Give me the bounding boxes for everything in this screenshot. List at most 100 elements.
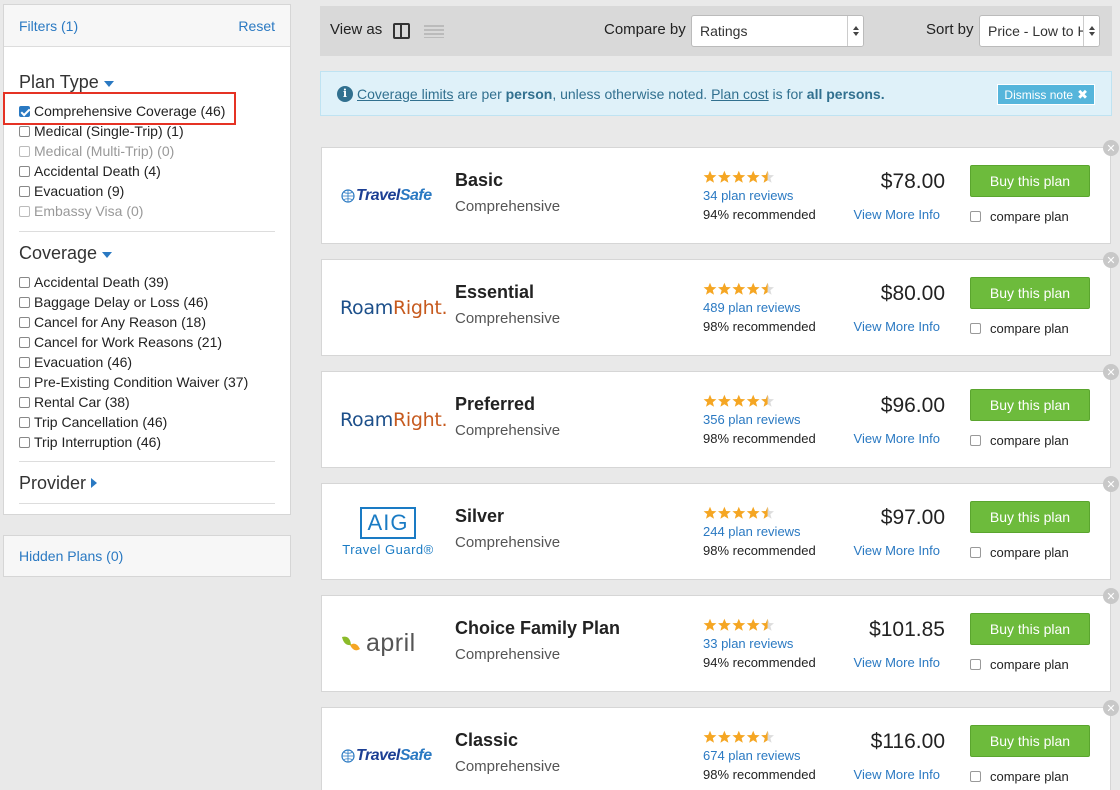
buy-plan-button[interactable]: Buy this plan <box>970 389 1090 421</box>
dismiss-note-label: Dismiss note <box>1004 87 1074 102</box>
provider-logo[interactable]: RoamRight. <box>340 372 448 467</box>
compare-plan-toggle[interactable]: compare plan <box>970 433 1069 448</box>
compare-checkbox[interactable] <box>970 547 981 558</box>
plan-type-option[interactable]: Accidental Death (4) <box>19 161 275 181</box>
checkbox[interactable] <box>19 416 30 428</box>
plan-reviews-link[interactable]: 34 plan reviews <box>703 188 793 203</box>
provider-heading[interactable]: Provider <box>19 472 275 494</box>
view-more-info-link[interactable]: View More Info <box>854 655 940 670</box>
plan-reviews-link[interactable]: 674 plan reviews <box>703 748 801 763</box>
compare-checkbox[interactable] <box>970 435 981 446</box>
provider-logo[interactable]: AIG Travel Guard® <box>340 484 445 579</box>
hidden-plans-link[interactable]: Hidden Plans (0) <box>19 548 123 564</box>
coverage-option[interactable]: Trip Interruption (46) <box>19 432 275 452</box>
view-as-label: View as <box>330 21 383 38</box>
dismiss-note-button[interactable]: Dismiss note ✖ <box>997 84 1095 105</box>
checkbox[interactable] <box>19 396 30 408</box>
checkbox[interactable] <box>19 296 30 308</box>
coverage-option[interactable]: Trip Cancellation (46) <box>19 412 275 432</box>
compare-plan-toggle[interactable]: compare plan <box>970 657 1069 672</box>
divider <box>19 503 275 504</box>
checkbox[interactable] <box>19 436 30 448</box>
travelsafe-logo: Travel Safe <box>340 747 432 765</box>
plan-reviews-link[interactable]: 33 plan reviews <box>703 636 793 651</box>
view-more-info-link[interactable]: View More Info <box>854 431 940 446</box>
checkbox[interactable] <box>19 165 30 177</box>
plan-type-option: Embassy Visa (0) <box>19 201 275 221</box>
sort-by-select[interactable]: Price - Low to High <box>979 15 1100 47</box>
provider-title: Provider <box>19 472 87 493</box>
checkbox[interactable] <box>19 376 30 388</box>
compare-checkbox[interactable] <box>970 211 981 222</box>
filters-toggle-link[interactable]: Filters (1) <box>19 18 78 34</box>
reset-link[interactable]: Reset <box>238 18 275 34</box>
hide-plan-close-icon[interactable]: ✕ <box>1103 588 1119 604</box>
compare-checkbox[interactable] <box>970 771 981 782</box>
checkbox[interactable] <box>19 185 30 197</box>
option-label: Cancel for Work Reasons (21) <box>34 334 223 350</box>
provider-logo[interactable]: RoamRight. <box>340 260 448 355</box>
provider-logo[interactable]: Travel Safe <box>340 148 445 243</box>
buy-plan-button[interactable]: Buy this plan <box>970 277 1090 309</box>
buy-plan-button[interactable]: Buy this plan <box>970 725 1090 757</box>
option-label: Rental Car (38) <box>34 394 130 410</box>
rating-stars-icon <box>703 618 774 631</box>
plan-reviews-link[interactable]: 244 plan reviews <box>703 524 801 539</box>
hide-plan-close-icon[interactable]: ✕ <box>1103 252 1119 268</box>
plan-name[interactable]: Essential <box>455 282 534 303</box>
compare-label: compare plan <box>990 657 1069 672</box>
coverage-option[interactable]: Rental Car (38) <box>19 392 275 412</box>
view-more-info-link[interactable]: View More Info <box>854 207 940 222</box>
compare-plan-toggle[interactable]: compare plan <box>970 209 1069 224</box>
plan-cost-link[interactable]: Plan cost <box>711 86 769 102</box>
checkbox[interactable] <box>19 276 30 288</box>
list-view-icon[interactable] <box>424 25 444 38</box>
compare-checkbox[interactable] <box>970 659 981 670</box>
grid-view-icon[interactable] <box>393 23 410 39</box>
option-label: Trip Interruption (46) <box>34 434 162 450</box>
compare-plan-toggle[interactable]: compare plan <box>970 321 1069 336</box>
plan-reviews-link[interactable]: 356 plan reviews <box>703 412 801 427</box>
checkbox[interactable] <box>19 336 30 348</box>
plan-type-heading[interactable]: Plan Type <box>19 71 275 93</box>
provider-logo[interactable]: Travel Safe <box>340 708 445 790</box>
compare-checkbox[interactable] <box>970 323 981 334</box>
plan-card: RoamRight. Essential Comprehensive 489 plan… <box>321 252 1119 356</box>
view-more-info-link[interactable]: View More Info <box>854 767 940 782</box>
compare-label: compare plan <box>990 321 1069 336</box>
hide-plan-close-icon[interactable]: ✕ <box>1103 140 1119 156</box>
plan-name[interactable]: Classic <box>455 730 518 751</box>
plan-name[interactable]: Basic <box>455 170 503 191</box>
compare-plan-toggle[interactable]: compare plan <box>970 769 1069 784</box>
coverage-option[interactable]: Cancel for Any Reason (18) <box>19 312 275 332</box>
plan-name[interactable]: Choice Family Plan <box>455 618 620 639</box>
coverage-option[interactable]: Pre-Existing Condition Waiver (37) <box>19 372 275 392</box>
coverage-option[interactable]: Accidental Death (39) <box>19 272 275 292</box>
view-more-info-link[interactable]: View More Info <box>854 319 940 334</box>
checkbox[interactable] <box>19 316 30 328</box>
buy-plan-button[interactable]: Buy this plan <box>970 501 1090 533</box>
checkbox[interactable] <box>19 356 30 368</box>
coverage-heading[interactable]: Coverage <box>19 242 275 264</box>
plan-name[interactable]: Silver <box>455 506 504 527</box>
coverage-option[interactable]: Evacuation (46) <box>19 352 275 372</box>
hide-plan-close-icon[interactable]: ✕ <box>1103 700 1119 716</box>
plan-type-option[interactable]: Evacuation (9) <box>19 181 275 201</box>
recommended-percent: 94% recommended <box>703 655 816 670</box>
provider-logo[interactable]: april <box>340 596 445 691</box>
compare-label: compare plan <box>990 209 1069 224</box>
compare-by-select[interactable]: Ratings <box>691 15 864 47</box>
buy-plan-button[interactable]: Buy this plan <box>970 165 1090 197</box>
hide-plan-close-icon[interactable]: ✕ <box>1103 364 1119 380</box>
coverage-limits-link[interactable]: Coverage limits <box>357 86 453 102</box>
view-more-info-link[interactable]: View More Info <box>854 543 940 558</box>
hide-plan-close-icon[interactable]: ✕ <box>1103 476 1119 492</box>
compare-plan-toggle[interactable]: compare plan <box>970 545 1069 560</box>
coverage-option[interactable]: Baggage Delay or Loss (46) <box>19 292 275 312</box>
buy-plan-button[interactable]: Buy this plan <box>970 613 1090 645</box>
plan-name[interactable]: Preferred <box>455 394 535 415</box>
checkbox[interactable] <box>19 125 30 137</box>
plan-reviews-link[interactable]: 489 plan reviews <box>703 300 801 315</box>
coverage-option[interactable]: Cancel for Work Reasons (21) <box>19 332 275 352</box>
note-text: , unless otherwise noted. <box>552 85 712 102</box>
